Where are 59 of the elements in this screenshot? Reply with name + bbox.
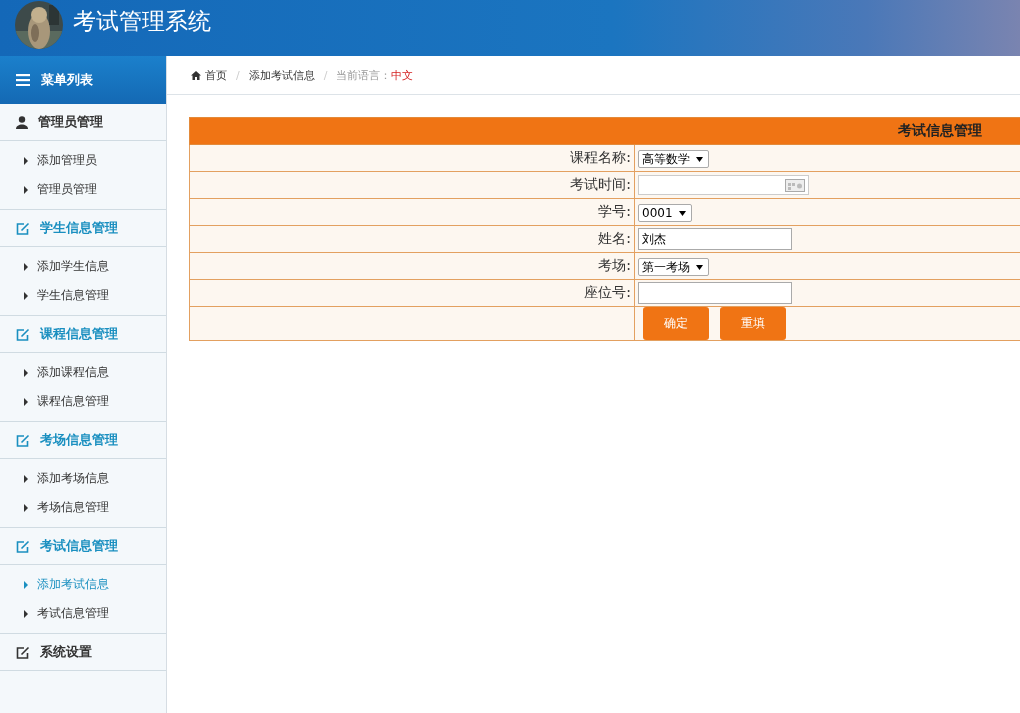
- home-icon: [191, 70, 201, 80]
- calendar-icon: [785, 178, 805, 192]
- menu-item[interactable]: 管理员管理: [0, 175, 166, 204]
- field-label: 考试时间:: [189, 171, 635, 199]
- field-label: 考场:: [189, 252, 635, 280]
- menu-item[interactable]: 添加管理员: [0, 146, 166, 175]
- table-title: 考试信息管理: [189, 117, 1020, 145]
- home-link[interactable]: 首页: [191, 67, 227, 83]
- edit-icon: [16, 327, 30, 341]
- edit-icon: [16, 433, 30, 447]
- menu-item[interactable]: 添加考场信息: [0, 464, 166, 493]
- caret-icon: [24, 291, 28, 300]
- field-label: 座位号:: [189, 279, 635, 307]
- separator: /: [323, 68, 328, 82]
- app-title: 考试管理系统: [73, 6, 211, 36]
- menu-item[interactable]: 考试信息管理: [0, 599, 166, 628]
- language-label: 当前语言：: [336, 67, 392, 83]
- menu-group[interactable]: 考试信息管理: [0, 528, 166, 565]
- caret-icon: [24, 185, 28, 194]
- menu-item[interactable]: 学生信息管理: [0, 281, 166, 310]
- menu-item[interactable]: 添加考试信息: [0, 570, 166, 599]
- menu-group[interactable]: 考场信息管理: [0, 422, 166, 459]
- caret-icon: [24, 474, 28, 483]
- caret-icon: [24, 580, 28, 589]
- menu-group[interactable]: 管理员管理: [0, 104, 166, 141]
- select-field[interactable]: 第一考场: [638, 258, 709, 277]
- caret-icon: [24, 609, 28, 618]
- caret-icon: [24, 397, 28, 406]
- caret-icon: [24, 262, 28, 271]
- input-field[interactable]: 刘杰: [638, 228, 792, 251]
- separator: /: [236, 68, 240, 82]
- edit-icon: [16, 221, 30, 235]
- dropdown-arrow-icon: [696, 156, 703, 162]
- menu-item[interactable]: 添加学生信息: [0, 252, 166, 281]
- dropdown-arrow-icon: [678, 210, 686, 216]
- menu-group[interactable]: 学生信息管理: [0, 210, 166, 247]
- menu-group[interactable]: 系统设置: [0, 634, 166, 671]
- date-field[interactable]: [638, 175, 809, 195]
- select-field[interactable]: 0001: [638, 204, 692, 222]
- field-label: 学号:: [189, 198, 635, 226]
- caret-icon: [24, 156, 28, 165]
- field-label: 姓名:: [189, 225, 635, 253]
- select-field[interactable]: 高等数学: [638, 150, 709, 169]
- menu-item[interactable]: 考场信息管理: [0, 493, 166, 522]
- caret-icon: [24, 503, 28, 512]
- menu-item[interactable]: 课程信息管理: [0, 387, 166, 416]
- input-field[interactable]: [638, 282, 792, 304]
- edit-icon: [16, 539, 30, 553]
- menu-item[interactable]: 添加课程信息: [0, 358, 166, 387]
- menu-group[interactable]: 课程信息管理: [0, 316, 166, 353]
- edit-icon: [16, 645, 30, 659]
- language-value: 中文: [391, 67, 414, 83]
- breadcrumb-item: 添加考试信息: [248, 67, 315, 83]
- menu-title: 菜单列表: [41, 71, 93, 89]
- field-label: 课程名称:: [189, 144, 635, 172]
- caret-icon: [24, 368, 28, 377]
- user-icon: [16, 115, 28, 129]
- dropdown-arrow-icon: [696, 264, 703, 270]
- menu-icon: [16, 74, 30, 86]
